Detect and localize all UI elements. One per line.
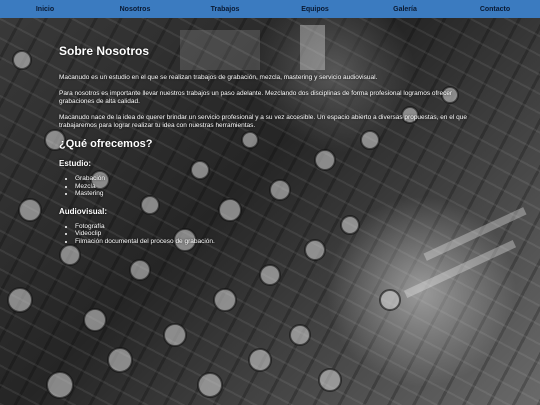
nav-inicio[interactable]: Inicio: [0, 6, 90, 13]
nav-nosotros[interactable]: Nosotros: [90, 6, 180, 13]
list-item: Videoclip: [75, 230, 489, 238]
nav-galeria[interactable]: Galería: [360, 6, 450, 13]
about-paragraph: Macanudo nace de la idea de querer brind…: [59, 114, 467, 129]
studio-list: Grabación Mezcla Mastering: [59, 175, 489, 198]
about-title: Sobre Nosotros: [59, 44, 150, 58]
about-paragraph: Para nosotros es importante llevar nuest…: [59, 90, 453, 105]
list-item: Filmación documental del proceso de grab…: [75, 238, 489, 246]
nav-equipos[interactable]: Equipos: [270, 6, 360, 13]
nav-contacto[interactable]: Contacto: [450, 6, 540, 13]
main-navbar: Inicio Nosotros Trabajos Equipos Galería…: [0, 0, 540, 18]
audiovisual-list: Fotografía Videoclip Filmación documenta…: [59, 223, 489, 246]
offer-title: ¿Qué ofrecemos?: [59, 138, 153, 150]
nav-trabajos[interactable]: Trabajos: [180, 6, 270, 13]
list-item: Fotografía: [75, 223, 489, 231]
list-item: Mezcla: [75, 183, 489, 191]
about-paragraph: Macanudo es un estudio en el que se real…: [59, 74, 378, 81]
studio-title: Estudio:: [59, 159, 91, 168]
audiovisual-title: Audiovisual:: [59, 206, 108, 216]
list-item: Grabación: [75, 175, 489, 183]
list-item: Mastering: [75, 190, 489, 198]
about-section: Sobre Nosotros Macanudo es un estudio en…: [59, 44, 489, 254]
